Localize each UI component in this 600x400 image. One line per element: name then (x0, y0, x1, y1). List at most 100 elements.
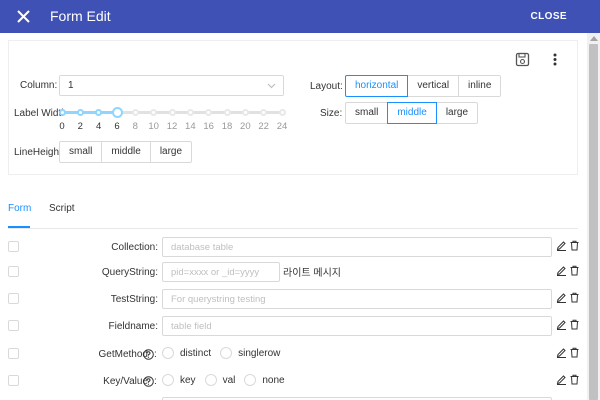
slider-dot[interactable] (223, 109, 231, 116)
label-width-slider[interactable]: 0 2 4 6 8 10 12 14 16 18 20 22 24 (58, 106, 288, 136)
slider-dot[interactable] (241, 109, 249, 116)
fieldname-input[interactable] (162, 316, 552, 336)
radio-key[interactable]: key (162, 374, 196, 386)
field-note: 라이트 메시지 (283, 268, 341, 279)
radio-circle (162, 374, 174, 386)
line-height-label: LineHeight (14, 147, 62, 158)
edit-icon[interactable] (556, 374, 567, 385)
slider-track (62, 111, 117, 114)
tab-divider (8, 228, 578, 229)
slider-handle[interactable] (111, 107, 123, 118)
field-label: Key/Value (103, 376, 148, 387)
teststring-input[interactable] (162, 289, 552, 309)
size-option-large[interactable]: large (435, 102, 479, 124)
radio-circle (162, 347, 174, 359)
radio-circle (204, 374, 217, 386)
field-row-getmethod: GetMethod : distinct singlerow (8, 344, 580, 368)
row-checkbox[interactable] (8, 320, 19, 331)
slider-dot[interactable] (205, 109, 213, 116)
close-icon[interactable] (15, 8, 32, 25)
close-button[interactable]: CLOSE (531, 11, 567, 22)
colon: : (154, 349, 157, 360)
tab-form[interactable]: Form (8, 203, 31, 214)
colon: : (154, 376, 157, 387)
radio-val[interactable]: val (204, 374, 236, 386)
more-vert-icon[interactable] (550, 52, 560, 67)
delete-icon[interactable] (569, 347, 580, 358)
row-checkbox[interactable] (8, 375, 19, 386)
layout-option-horizontal[interactable]: horizontal (345, 75, 409, 97)
row-checkbox[interactable] (8, 293, 19, 304)
slider-mark[interactable]: 12 (167, 121, 178, 132)
slider-mark[interactable]: 22 (258, 121, 269, 132)
slider-mark[interactable]: 18 (222, 121, 233, 132)
edit-icon[interactable] (556, 240, 567, 251)
slider-mark[interactable]: 6 (114, 121, 119, 132)
tab-script[interactable]: Script (49, 203, 75, 214)
app-bar: Form Edit CLOSE (0, 0, 600, 33)
column-select[interactable]: 1 (59, 75, 284, 96)
layout-option-vertical[interactable]: vertical (407, 75, 460, 97)
delete-icon[interactable] (569, 265, 580, 276)
radio-label: val (222, 374, 236, 386)
row-checkbox[interactable] (8, 266, 19, 277)
chevron-down-icon (267, 83, 276, 89)
slider-mark[interactable]: 2 (78, 121, 83, 132)
delete-icon[interactable] (569, 292, 580, 303)
line-height-option-middle[interactable]: middle (101, 141, 151, 163)
field-label: Fieldname: (108, 321, 158, 332)
radio-distinct[interactable]: distinct (162, 347, 211, 359)
delete-icon[interactable] (569, 240, 580, 251)
slider-dot[interactable] (76, 109, 84, 116)
edit-icon[interactable] (556, 292, 567, 303)
slider-dot[interactable] (95, 109, 103, 116)
size-option-small[interactable]: small (345, 102, 389, 124)
layout-option-inline[interactable]: inline (458, 75, 502, 97)
field-row-teststring: TestString: (8, 289, 580, 313)
slider-dot[interactable] (168, 109, 176, 116)
slider-mark[interactable]: 4 (96, 121, 101, 132)
field-row-keyvalue: Key/Value : key val none (8, 371, 580, 395)
layout-segmented: horizontal vertical inline (345, 75, 502, 97)
scrollbar-thumb[interactable] (589, 44, 598, 400)
field-label: QueryString: (101, 267, 158, 278)
querystring-input[interactable] (162, 262, 280, 282)
size-label: Size: (320, 108, 343, 119)
size-option-middle[interactable]: middle (387, 102, 437, 124)
slider-mark[interactable]: 0 (59, 121, 64, 132)
slider-mark[interactable]: 14 (185, 121, 196, 132)
slider-mark[interactable]: 10 (148, 121, 159, 132)
delete-icon[interactable] (569, 319, 580, 330)
delete-icon[interactable] (569, 374, 580, 385)
radio-singlerow[interactable]: singlerow (220, 347, 280, 359)
question-circle-icon[interactable] (143, 376, 154, 387)
slider-dot[interactable] (150, 109, 158, 116)
slider-dot[interactable] (58, 109, 66, 116)
slider-dot[interactable] (278, 109, 286, 116)
radio-circle (244, 374, 257, 386)
edit-icon[interactable] (556, 319, 567, 330)
slider-mark[interactable]: 24 (277, 121, 288, 132)
row-checkbox[interactable] (8, 241, 19, 252)
scroll-up-arrow[interactable] (590, 36, 598, 41)
slider-mark[interactable]: 16 (203, 121, 214, 132)
slider-dot[interactable] (260, 109, 268, 116)
size-segmented: small middle large (345, 102, 479, 124)
radio-none[interactable]: none (244, 374, 285, 386)
slider-mark[interactable]: 8 (133, 121, 138, 132)
row-checkbox[interactable] (8, 348, 19, 359)
radio-label: distinct (180, 347, 212, 359)
field-label: TestString: (110, 294, 158, 305)
column-select-value: 1 (68, 80, 74, 91)
slider-dot[interactable] (186, 109, 194, 116)
edit-icon[interactable] (556, 265, 567, 276)
line-height-option-large[interactable]: large (149, 141, 193, 163)
line-height-option-small[interactable]: small (59, 141, 103, 163)
question-circle-icon[interactable] (143, 349, 154, 360)
edit-icon[interactable] (556, 347, 567, 358)
collection-input[interactable] (162, 237, 552, 257)
slider-mark[interactable]: 20 (240, 121, 251, 132)
save-icon[interactable] (515, 52, 530, 67)
slider-dot[interactable] (131, 109, 139, 116)
field-label: GetMethod (98, 349, 148, 360)
